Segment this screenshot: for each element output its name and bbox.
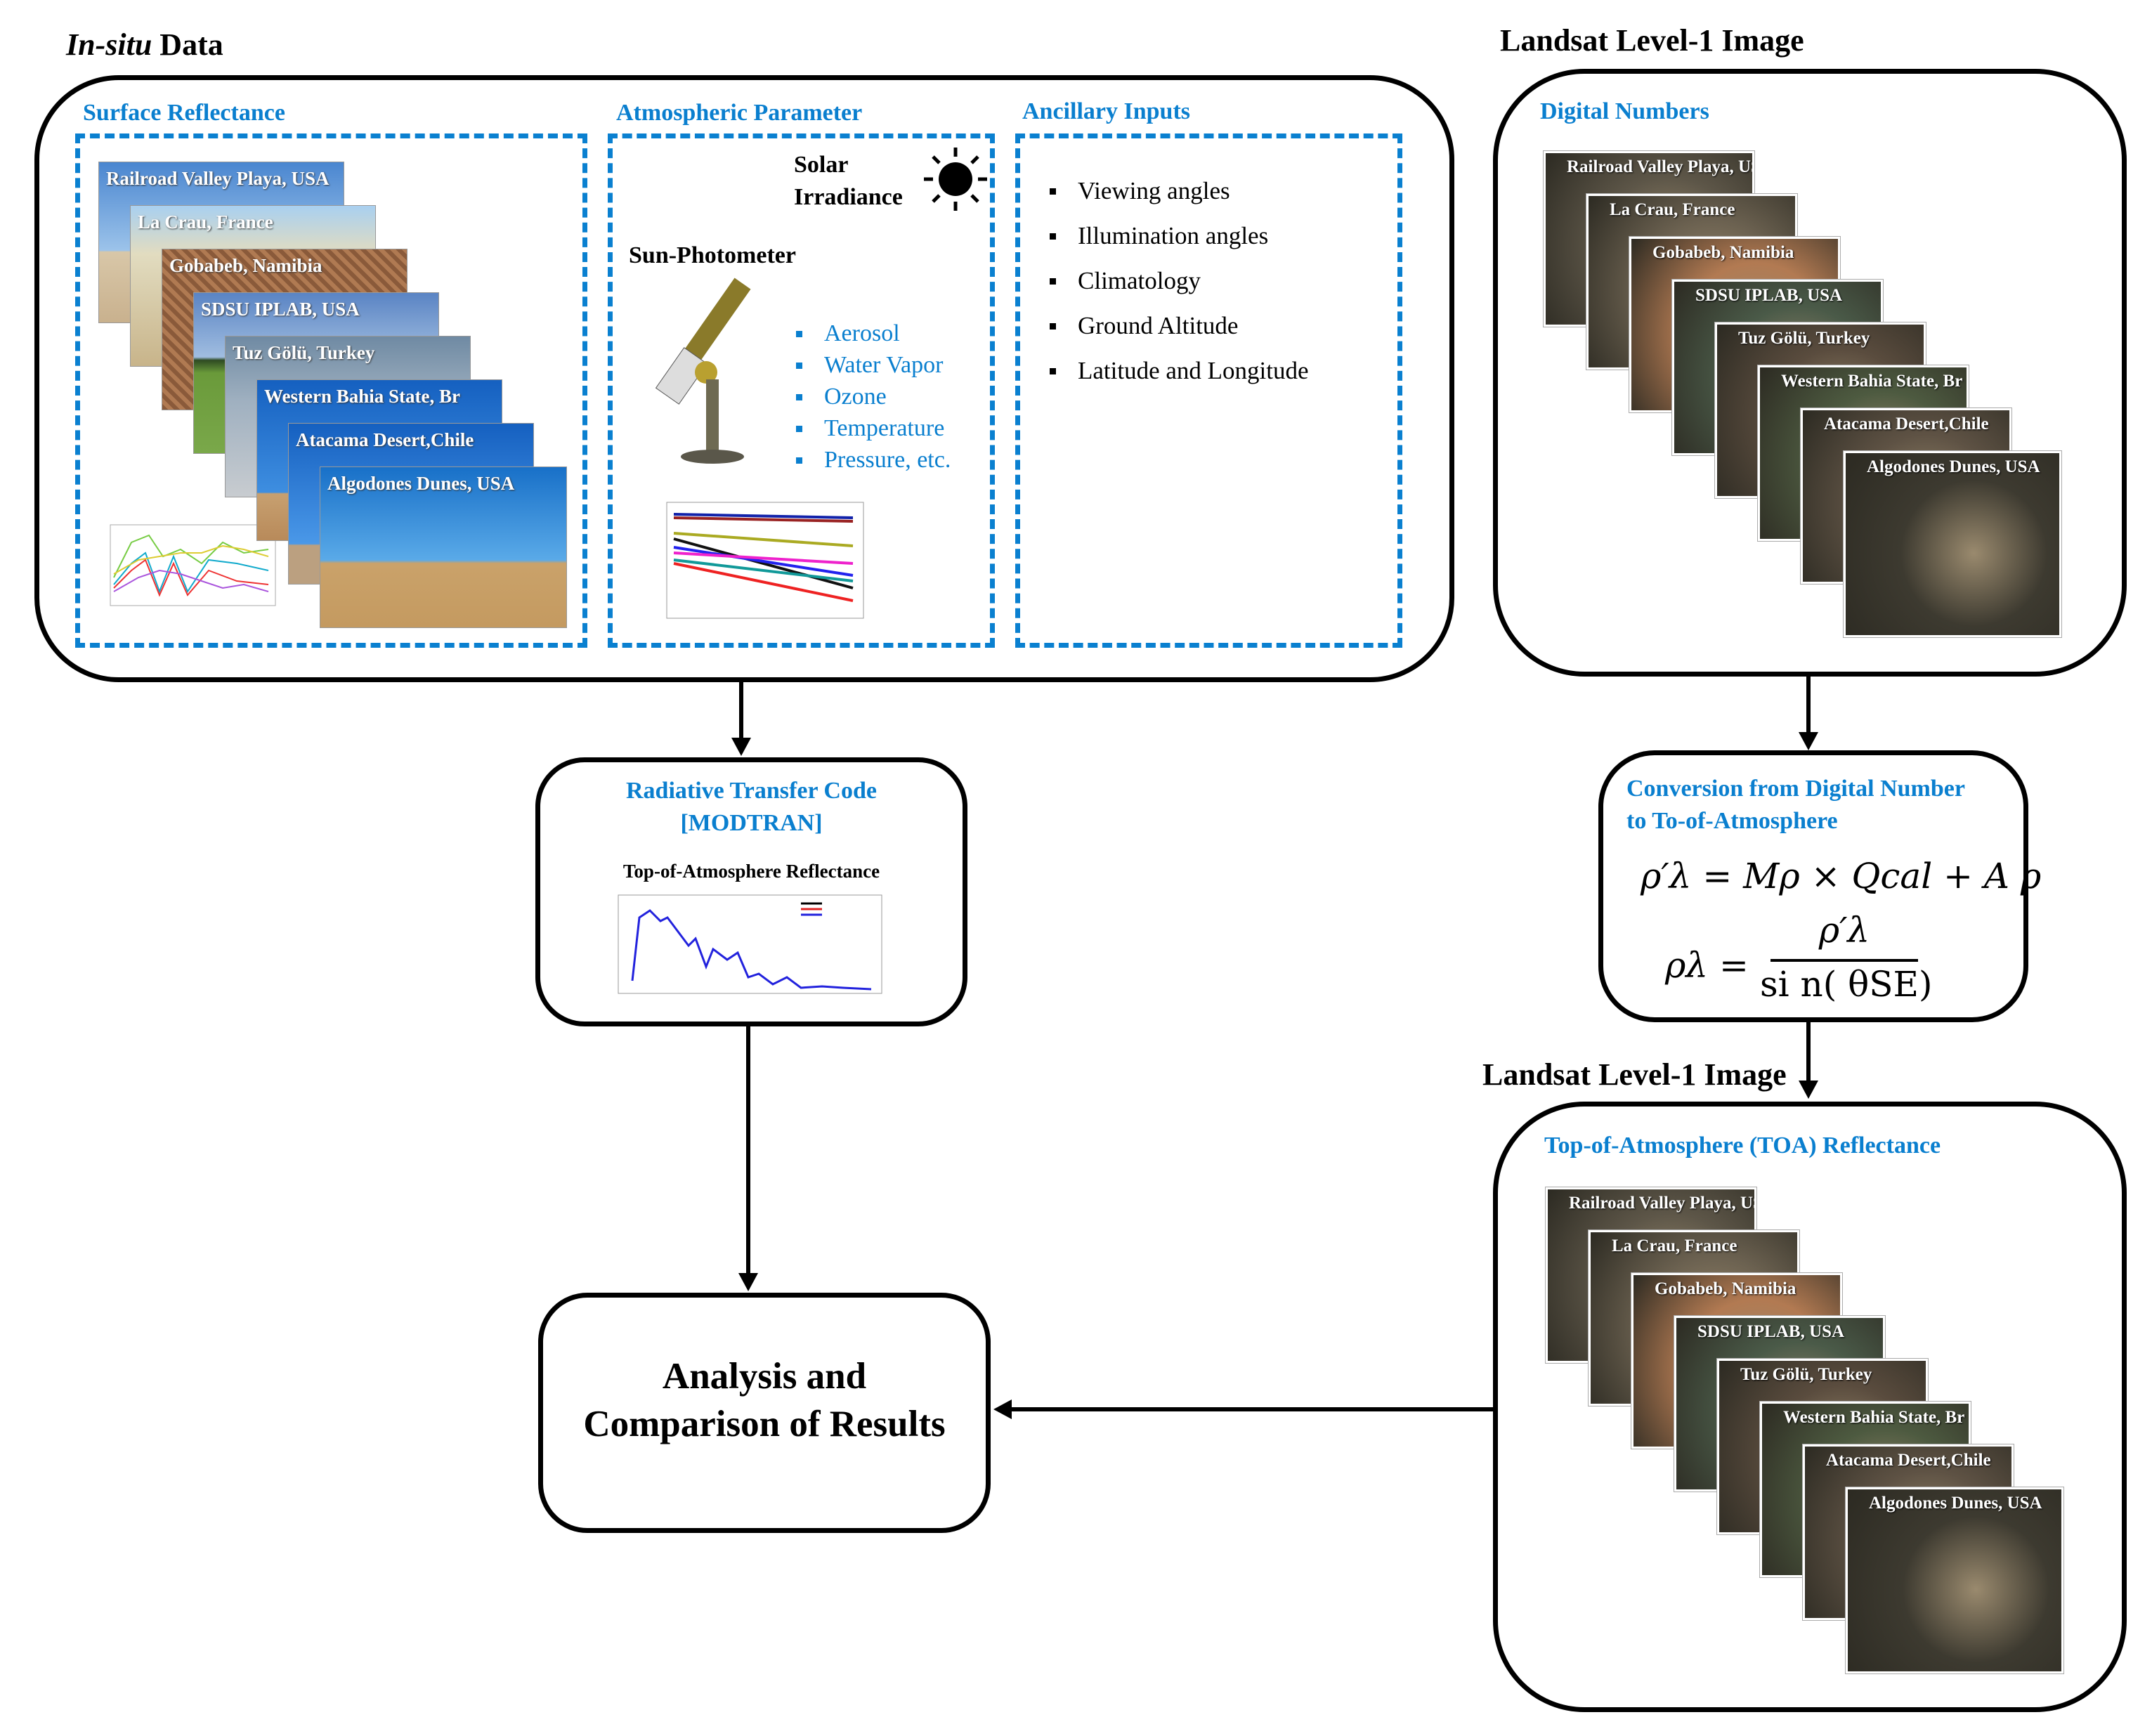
sun-photometer-label: Sun-Photometer — [629, 242, 796, 268]
ancillary-viewing-angles: Viewing angles — [1050, 169, 1309, 214]
site-photo-label: Railroad Valley Playa, USA — [106, 168, 330, 189]
arrowhead-down-icon — [738, 1273, 758, 1291]
toa-reflectance-chart — [618, 894, 882, 994]
satellite-scene-label: Gobabeb, Namibia — [1655, 1279, 1796, 1298]
toa-chart-title: Top-of-Atmosphere Reflectance — [622, 861, 880, 882]
rtc-title-line1: Radiative Transfer Code — [626, 778, 877, 804]
sun-photometer-icon — [655, 278, 751, 464]
satellite-scene-label: Gobabeb, Namibia — [1652, 243, 1794, 262]
ancillary-climatology: Climatology — [1050, 259, 1309, 304]
arrowhead-left-icon — [993, 1399, 1012, 1419]
param-aerosol: Aerosol — [796, 318, 951, 349]
landsat-dn-title: Landsat Level-1 Image — [1500, 23, 1804, 58]
conversion-title-line2: to To-of-Atmosphere — [1626, 808, 1838, 834]
satellite-scene-label: Western Bahia State, Br — [1781, 372, 1963, 391]
analysis-line1: Analysis and — [662, 1356, 867, 1397]
param-pressure: Pressure, etc. — [796, 444, 951, 476]
ancillary-inputs-list: Viewing angles Illumination angles Clima… — [1050, 169, 1309, 393]
site-photo-label: La Crau, France — [138, 211, 273, 233]
arrowhead-down-icon — [1799, 732, 1818, 750]
arrowhead-down-icon — [731, 738, 751, 756]
satellite-scene-label: La Crau, France — [1612, 1236, 1737, 1255]
param-ozone: Ozone — [796, 381, 951, 412]
fraction-bar — [1770, 959, 1918, 962]
surface-reflectance-title: Surface Reflectance — [83, 100, 285, 126]
site-photo-label: Atacama Desert,Chile — [296, 429, 474, 450]
satellite-scene-label: Tuz Gölü, Turkey — [1740, 1365, 1872, 1384]
satellite-scene-card: Algodones Dunes, USA — [1845, 1487, 2064, 1674]
equation-numerator: ρ′λ — [1818, 910, 1870, 951]
satellite-scene-label: Tuz Gölü, Turkey — [1738, 329, 1870, 348]
analysis-line2: Comparison of Results — [583, 1404, 946, 1444]
satellite-scene-label: SDSU IPLAB, USA — [1697, 1322, 1845, 1341]
arrow-toa-to-analysis — [1012, 1407, 1495, 1411]
landsat-toa-title: Landsat Level-1 Image — [1482, 1057, 1787, 1092]
sun-icon — [924, 148, 987, 211]
satellite-scene-label: Railroad Valley Playa, USA — [1567, 157, 1754, 176]
site-photo-label: Algodones Dunes, USA — [327, 473, 515, 494]
equation-sun-angle-lhs: ρλ = — [1665, 945, 1749, 986]
arrowhead-down-icon — [1799, 1081, 1818, 1099]
satellite-scene-label: Atacama Desert,Chile — [1824, 415, 1989, 433]
atmospheric-parameter-title: Atmospheric Parameter — [616, 100, 863, 126]
spectral-reflectance-chart — [110, 524, 276, 606]
equation-dn-to-reflectance: ρ′λ = Mρ × Qcal + A ρ — [1641, 856, 2042, 896]
arrow-dn-to-conversion — [1806, 677, 1811, 733]
site-photo-label: Tuz Gölü, Turkey — [233, 342, 375, 363]
site-photo-label: SDSU IPLAB, USA — [201, 299, 360, 320]
analysis-title: Analysis and Comparison of Results — [538, 1352, 991, 1448]
insitu-title-rest: Data — [152, 27, 223, 62]
insitu-title-italic: In-situ — [66, 27, 152, 62]
satellite-scene-label: SDSU IPLAB, USA — [1695, 286, 1843, 305]
ancillary-inputs-title: Ancillary Inputs — [1022, 98, 1190, 124]
satellite-scene-card: Algodones Dunes, USA — [1843, 450, 2062, 638]
digital-numbers-title: Digital Numbers — [1540, 98, 1709, 124]
satellite-scene-label: Western Bahia State, Br — [1783, 1408, 1965, 1427]
satellite-scene-label: Railroad Valley Playa, USA — [1569, 1194, 1756, 1213]
site-photo-label: Western Bahia State, Br — [264, 386, 460, 407]
site-photo-card: Algodones Dunes, USA — [320, 466, 567, 628]
solar-irradiance-label: Solar Irradiance — [794, 152, 903, 210]
insitu-title: In-situ Data — [66, 27, 223, 63]
aerosol-optical-depth-chart — [666, 502, 864, 619]
conversion-title: Conversion from Digital Number to To-of-A… — [1626, 773, 1965, 837]
arrow-insitu-to-rtc — [739, 682, 743, 738]
ancillary-ground-altitude: Ground Altitude — [1050, 304, 1309, 348]
site-photo-label: Gobabeb, Namibia — [169, 255, 322, 276]
ancillary-illumination-angles: Illumination angles — [1050, 214, 1309, 259]
conversion-title-line1: Conversion from Digital Number — [1626, 776, 1965, 802]
arrow-conversion-to-toa — [1806, 1022, 1811, 1082]
arrow-rtc-to-analysis — [746, 1026, 750, 1274]
satellite-scene-label: Algodones Dunes, USA — [1869, 1494, 2042, 1513]
satellite-scene-label: Algodones Dunes, USA — [1867, 457, 2040, 476]
atmospheric-parameter-list: Aerosol Water Vapor Ozone Temperature Pr… — [796, 318, 951, 476]
satellite-scene-label: La Crau, France — [1610, 200, 1735, 219]
rtc-title-line2: [MODTRAN] — [680, 810, 823, 836]
ancillary-lat-lon: Latitude and Longitude — [1050, 348, 1309, 393]
param-temperature: Temperature — [796, 412, 951, 444]
param-water-vapor: Water Vapor — [796, 349, 951, 381]
equation-denominator: si n( θSE) — [1760, 964, 1933, 1005]
satellite-scene-label: Atacama Desert,Chile — [1826, 1451, 1991, 1470]
toa-reflectance-title: Top-of-Atmosphere (TOA) Reflectance — [1544, 1133, 1941, 1159]
rtc-title: Radiative Transfer Code [MODTRAN] — [535, 775, 967, 840]
